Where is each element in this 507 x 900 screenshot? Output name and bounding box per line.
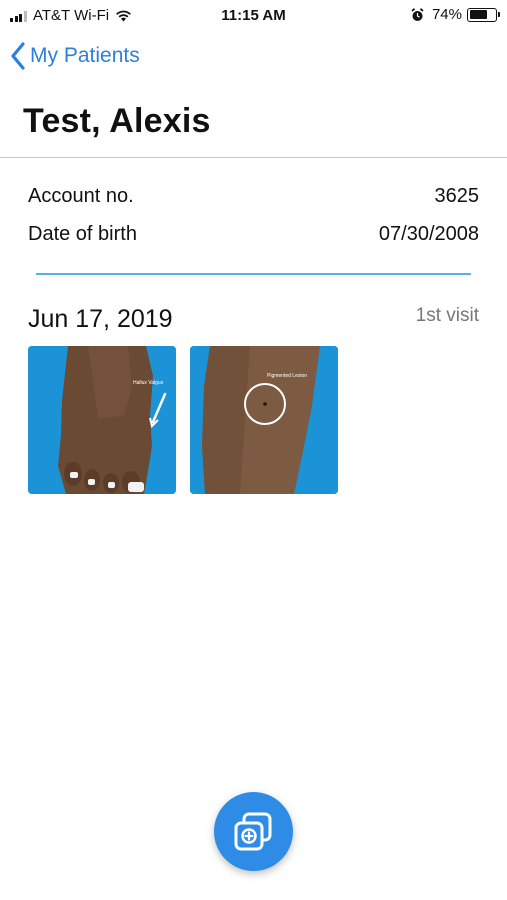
add-photo-button[interactable] [214, 792, 293, 871]
alarm-icon [411, 7, 424, 21]
visit-count: 1st visit [415, 305, 479, 326]
back-button[interactable]: My Patients [10, 42, 140, 70]
dob-row: Date of birth 07/30/2008 [28, 223, 479, 246]
patient-name: Test, Alexis [23, 102, 211, 140]
photo-caption: Pigmented Lesion [267, 373, 308, 379]
battery-icon [467, 7, 500, 22]
foot-image [28, 346, 176, 494]
dob-label: Date of birth [28, 223, 137, 245]
account-row: Account no. 3625 [28, 185, 479, 208]
status-right: 74% [411, 6, 500, 23]
header-divider [0, 157, 507, 158]
dob-value: 07/30/2008 [378, 223, 479, 245]
battery-percent: 74% [431, 6, 462, 23]
visit-photo-leg[interactable]: Pigmented Lesion [190, 346, 338, 494]
account-label: Account no. [28, 185, 134, 207]
leg-image [190, 346, 338, 494]
section-divider [36, 273, 471, 275]
account-value: 3625 [434, 185, 480, 207]
status-bar: AT&T Wi-Fi 11:15 AM 74% [0, 0, 507, 32]
photo-caption: Hallux Valgus [133, 380, 164, 386]
back-label: My Patients [30, 44, 140, 67]
chevron-left-icon [11, 42, 25, 70]
add-photo-icon [234, 812, 271, 850]
visit-photo-foot[interactable]: Hallux Valgus [28, 346, 176, 494]
visit-date: Jun 17, 2019 [28, 305, 173, 333]
